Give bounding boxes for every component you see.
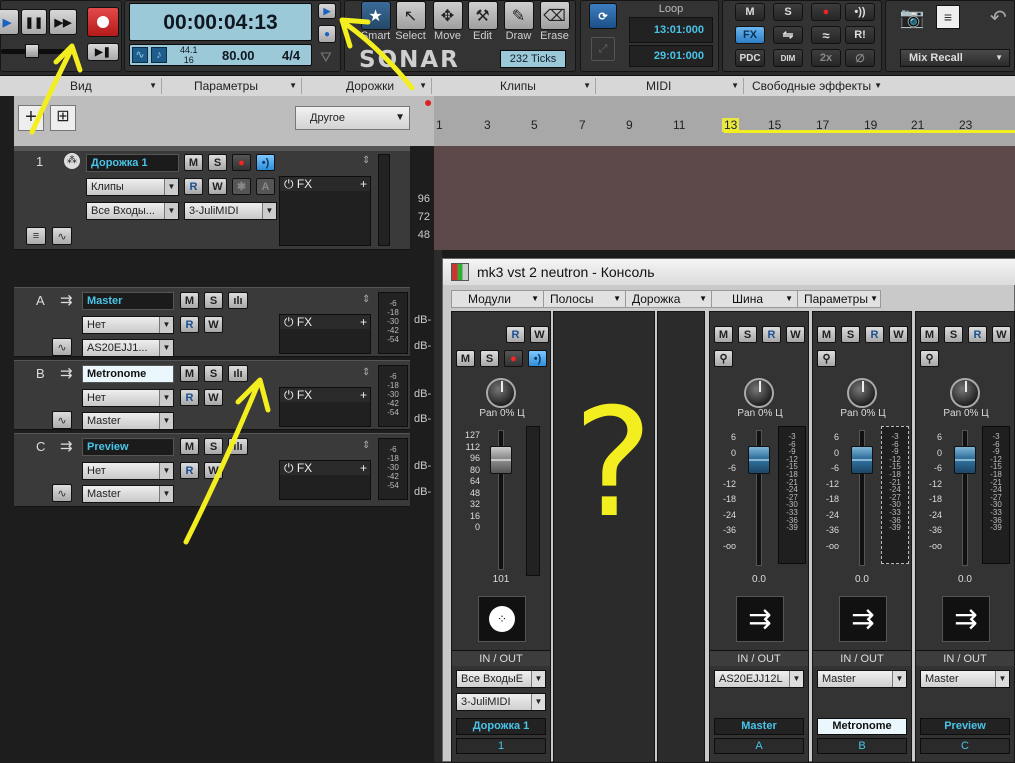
arrow-annotation-metronome	[183, 381, 261, 545]
arrow-annotation-record	[343, 21, 415, 91]
annotation-arrows	[29, 17, 415, 545]
arrow-annotation-transport	[29, 49, 73, 135]
